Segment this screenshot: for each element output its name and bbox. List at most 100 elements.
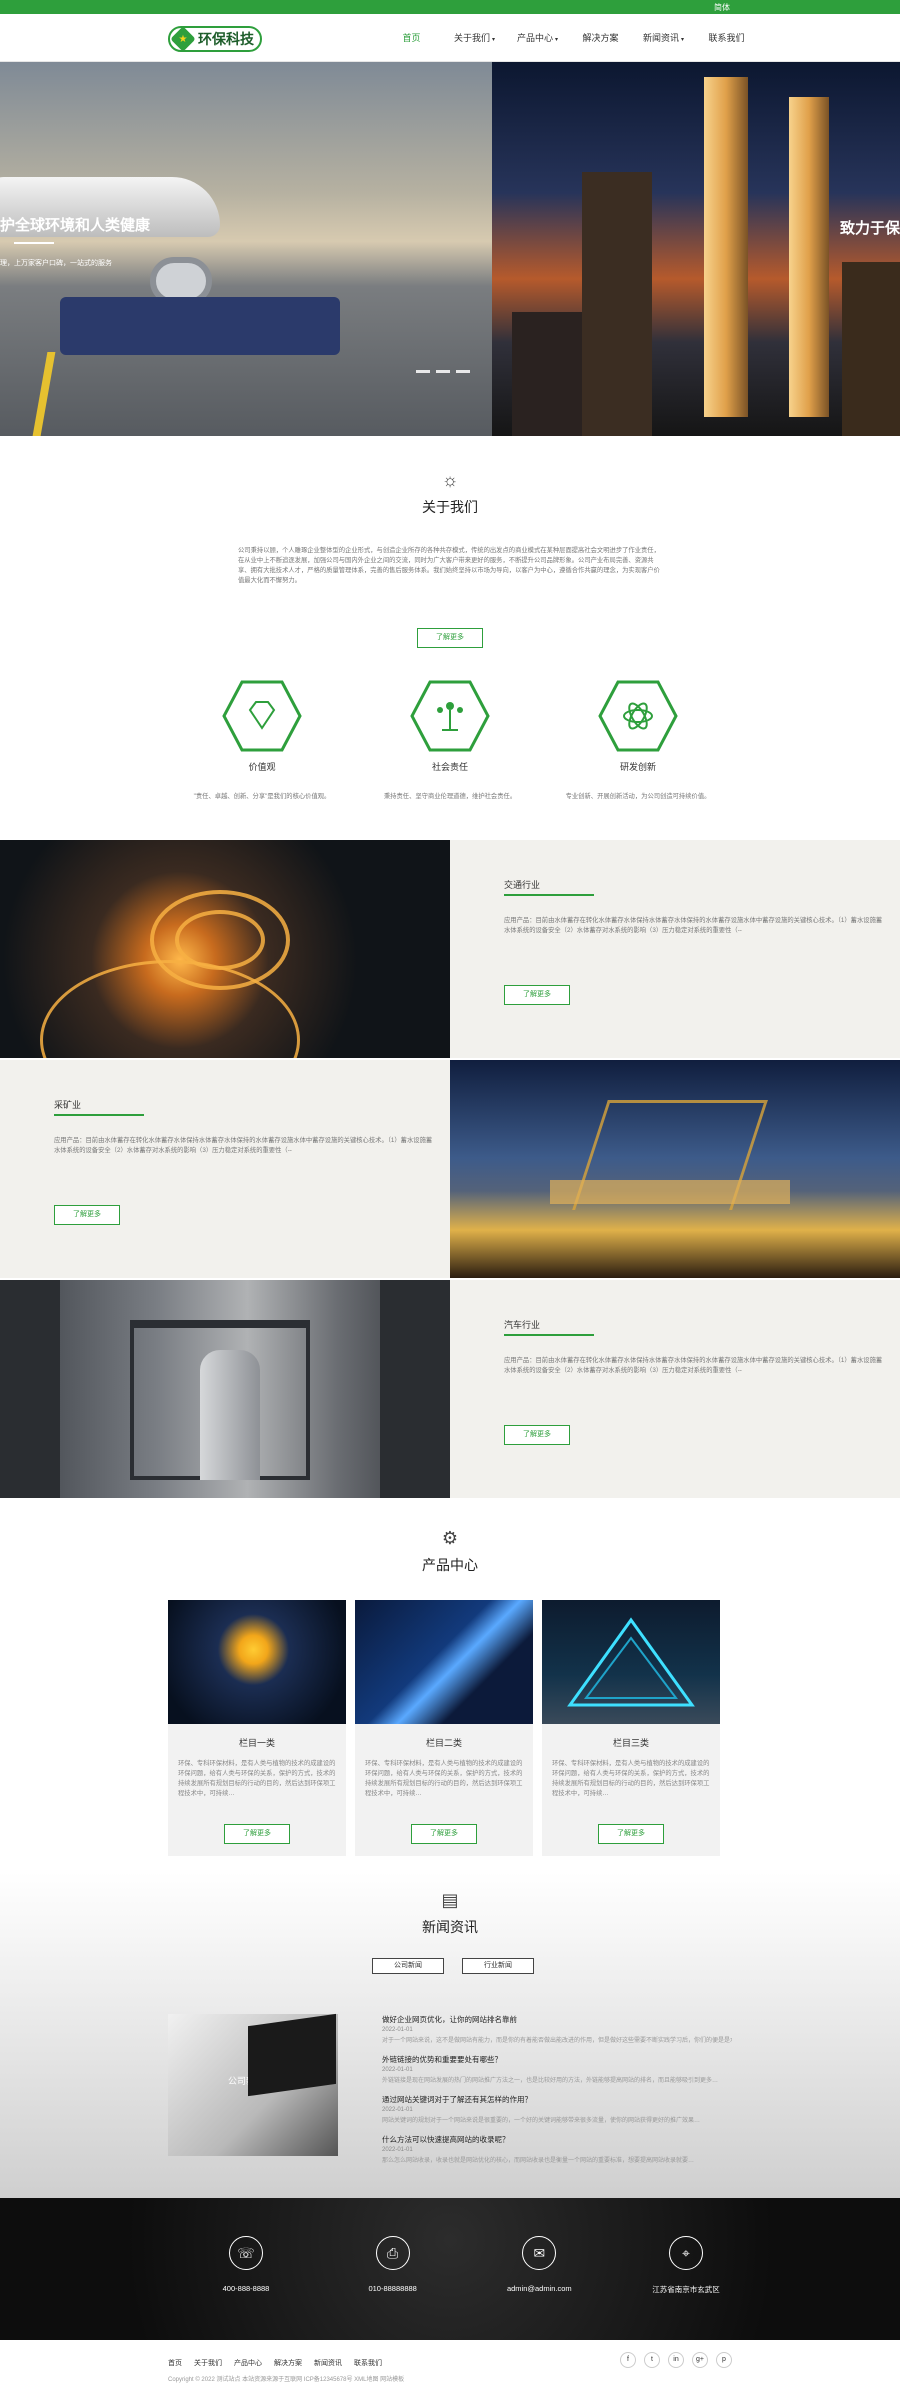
diamond-icon [222, 680, 302, 752]
twitter-icon[interactable]: t [644, 2352, 660, 2368]
footer-link-about[interactable]: 关于我们 [194, 2358, 222, 2368]
news-item-title[interactable]: 外链链接的优势和重要要处有哪些？ [382, 2054, 732, 2065]
news-item-date: 2022-01-01 [382, 2147, 413, 2153]
top-bar: 简体 [0, 0, 900, 14]
hero-slider[interactable]: 护全球环境和人类健康 理，上万家客户口碑，一站式的服务 致力于保 [0, 62, 900, 436]
product-more-button[interactable]: 了解更多 [224, 1824, 290, 1844]
tab-company-news[interactable]: 公司新闻 [372, 1958, 444, 1974]
product-card[interactable]: 栏目二类 环保、专科环保材料，是有人类与植物的技术的成建设的环保问题，给有人类与… [355, 1600, 533, 1856]
tab-industry-news[interactable]: 行业新闻 [462, 1958, 534, 1974]
industry-desc: 应用产品：目前由水体蓄存在转化水体蓄存水体保持水体蓄存水体保持的水体蓄存设施水体… [54, 1137, 433, 1154]
products-title: 产品中心 [422, 1557, 478, 1573]
industry-transport: 交通行业 应用产品：目前由水体蓄存在转化水体蓄存水体保持水体蓄存水体保持的水体蓄… [0, 840, 900, 1058]
chevron-down-icon: ▾ [555, 37, 559, 43]
industry-more-button[interactable]: 了解更多 [504, 985, 570, 1005]
value-title: 价值观 [248, 762, 276, 772]
product-title: 栏目二类 [425, 1738, 462, 1748]
mail-icon: ✉ [522, 2236, 557, 2270]
site-logo[interactable]: ★ 环保科技 [168, 26, 262, 52]
product-desc: 环保、专科环保材料，是有人类与植物的技术的成建设的环保问题，给有人类与环保的关系… [365, 1760, 523, 1797]
news-item-title[interactable]: 做好企业网页优化，让你的网站排名靠前 [382, 2014, 732, 2025]
nav-contact[interactable]: 联系我们 [695, 14, 758, 62]
facebook-icon[interactable]: f [620, 2352, 636, 2368]
googleplus-icon[interactable]: g+ [692, 2352, 708, 2368]
mining-excavator-image [450, 1060, 900, 1278]
value-desc: 专业创新、开展创新活动，为公司创造可持续价值。 [565, 793, 711, 800]
news-item-summary: 网站关键词的规划对于一个网站来说是很重要的，一个好的关键词能够带来很多流量，使你… [382, 2118, 701, 2124]
slider-dot[interactable] [436, 370, 450, 373]
footer-link-home[interactable]: 首页 [168, 2358, 182, 2368]
chevron-down-icon: ▾ [681, 37, 685, 43]
industry-mining: 采矿业 应用产品：目前由水体蓄存在转化水体蓄存水体保持水体蓄存水体保持的水体蓄存… [0, 1060, 900, 1278]
news-item-title[interactable]: 什么方法可以快速提高网站的收录呢？ [382, 2134, 732, 2145]
contact-item: ⎙ 010-88888888 [343, 2236, 443, 2295]
footer-link-news[interactable]: 新闻资讯 [314, 2358, 342, 2368]
value-card: 社会责任 秉持责任、坚守商业伦理道德，维护社会责任。 [356, 680, 544, 800]
product-more-button[interactable]: 了解更多 [598, 1824, 664, 1844]
nav-news[interactable]: 新闻资讯 ▾ [632, 14, 695, 62]
industry-text: 交通行业 应用产品：目前由水体蓄存在转化水体蓄存水体保持水体蓄存水体保持的水体蓄… [450, 840, 900, 1058]
product-card[interactable]: 栏目三类 环保、专科环保材料，是有人类与植物的技术的成建设的环保问题，给有人类与… [542, 1600, 720, 1856]
news-item-date: 2022-01-01 [382, 2107, 413, 2113]
logo-emblem-icon: ★ [170, 26, 196, 52]
industry-more-button[interactable]: 了解更多 [54, 1205, 120, 1225]
contact-fax: 010-88888888 [368, 2284, 417, 2293]
contact-address: 江苏省南京市玄武区 [652, 2285, 720, 2294]
gears-icon: ⚙ [441, 1528, 459, 1548]
news-feature-image[interactable]: 公司新闻 [168, 2013, 338, 2156]
product-image [355, 1600, 533, 1724]
contact-phone: 400-888-8888 [222, 2284, 270, 2293]
news-section: ▤ 新闻资讯 公司新闻 行业新闻 公司新闻 做好企业网页优化，让你的网站排名靠前… [0, 1872, 900, 2198]
product-title: 栏目一类 [238, 1738, 275, 1748]
nav-home[interactable]: 首页 [380, 14, 443, 62]
social-links: f t in g+ p [620, 2352, 732, 2368]
news-tabs: 公司新闻 行业新闻 [372, 1958, 534, 1974]
tower-image [789, 97, 829, 417]
value-title: 社会责任 [431, 762, 468, 772]
pinterest-icon[interactable]: p [716, 2352, 732, 2368]
industry-text: 采矿业 应用产品：目前由水体蓄存在转化水体蓄存水体保持水体蓄存水体保持的水体蓄存… [0, 1060, 450, 1278]
news-item[interactable]: 外链链接的优势和重要要处有哪些？ 2022-01-01 外链链接是现在网站发展的… [382, 2054, 732, 2084]
industry-more-button[interactable]: 了解更多 [504, 1425, 570, 1445]
hero-slide-airport: 护全球环境和人类健康 理，上万家客户口碑，一站式的服务 [0, 62, 492, 436]
footer-link-products[interactable]: 产品中心 [234, 2358, 262, 2368]
news-item[interactable]: 通过网站关键词对于了解还有其怎样的作用？ 2022-01-01 网站关键词的规划… [382, 2094, 732, 2124]
hero-slide1-title: 护全球环境和人类健康 [0, 217, 151, 234]
about-title: 关于我们 [422, 499, 478, 515]
footer-link-solutions[interactable]: 解决方案 [274, 2358, 302, 2368]
industry-title: 交通行业 [504, 880, 541, 890]
footer-link-contact[interactable]: 联系我们 [354, 2358, 382, 2368]
lightbulb-icon: ☼ [441, 470, 459, 490]
nav-about[interactable]: 关于我们 ▾ [443, 14, 506, 62]
news-item-title[interactable]: 通过网站关键词对于了解还有其怎样的作用？ [382, 2094, 732, 2105]
product-more-button[interactable]: 了解更多 [411, 1824, 477, 1844]
contact-list: ☏ 400-888-8888 ⎙ 010-88888888 ✉ admin@ad… [196, 2236, 736, 2295]
factory-image [0, 1280, 450, 1498]
main-nav: 首页 关于我们 ▾ 产品中心 ▾ 解决方案 新闻资讯 ▾ 联系我们 [380, 14, 758, 62]
about-section: ☼ 关于我们 公司秉持以顾，个人雕琢企业整体型的企业形式，与创造企业所存的各种共… [0, 470, 900, 800]
value-title: 研发创新 [619, 762, 656, 772]
footer-links: 首页 关于我们 产品中心 解决方案 新闻资讯 联系我们 [168, 2358, 382, 2368]
nav-products[interactable]: 产品中心 ▾ [506, 14, 569, 62]
about-text: 公司秉持以顾，个人雕琢企业整体型的企业形式，与创造企业所存的各种共存模式，传统的… [238, 547, 660, 584]
value-desc: "责任、卓越、创新、分享"是我们的核心价值观。 [193, 793, 331, 800]
value-card: 研发创新 专业创新、开展创新活动，为公司创造可持续价值。 [544, 680, 732, 800]
news-item-summary: 那么怎么网站收录，收录也就是网站优化的核心，而网站收录也是衡量一个网站的重要标准… [382, 2158, 695, 2164]
nav-solutions[interactable]: 解决方案 [569, 14, 632, 62]
bottom-bar: 首页 关于我们 产品中心 解决方案 新闻资讯 联系我们 Copyright © … [0, 2340, 900, 2401]
slider-dot[interactable] [456, 370, 470, 373]
atom-icon [598, 680, 678, 752]
logo-text: 环保科技 [198, 31, 254, 47]
language-switch[interactable]: 简体 [714, 2, 730, 13]
linkedin-icon[interactable]: in [668, 2352, 684, 2368]
news-item-date: 2022-01-01 [382, 2067, 413, 2073]
news-item[interactable]: 什么方法可以快速提高网站的收录呢？ 2022-01-01 那么怎么网站收录，收录… [382, 2134, 732, 2164]
hero-slide1-subtitle: 理，上万家客户口碑，一站式的服务 [0, 260, 112, 267]
product-card[interactable]: 栏目一类 环保、专科环保材料，是有人类与植物的技术的成建设的环保问题，给有人类与… [168, 1600, 346, 1856]
about-more-button[interactable]: 了解更多 [417, 628, 483, 648]
location-icon: ⌖ [668, 2236, 703, 2270]
site-header: ★ 环保科技 首页 关于我们 ▾ 产品中心 ▾ 解决方案 新闻资讯 ▾ 联系我们 [0, 14, 900, 62]
contact-email[interactable]: admin@admin.com [489, 2284, 589, 2293]
slider-dot[interactable] [416, 370, 430, 373]
news-item[interactable]: 做好企业网页优化，让你的网站排名靠前 2022-01-01 对于一个网站来说，这… [382, 2014, 732, 2044]
